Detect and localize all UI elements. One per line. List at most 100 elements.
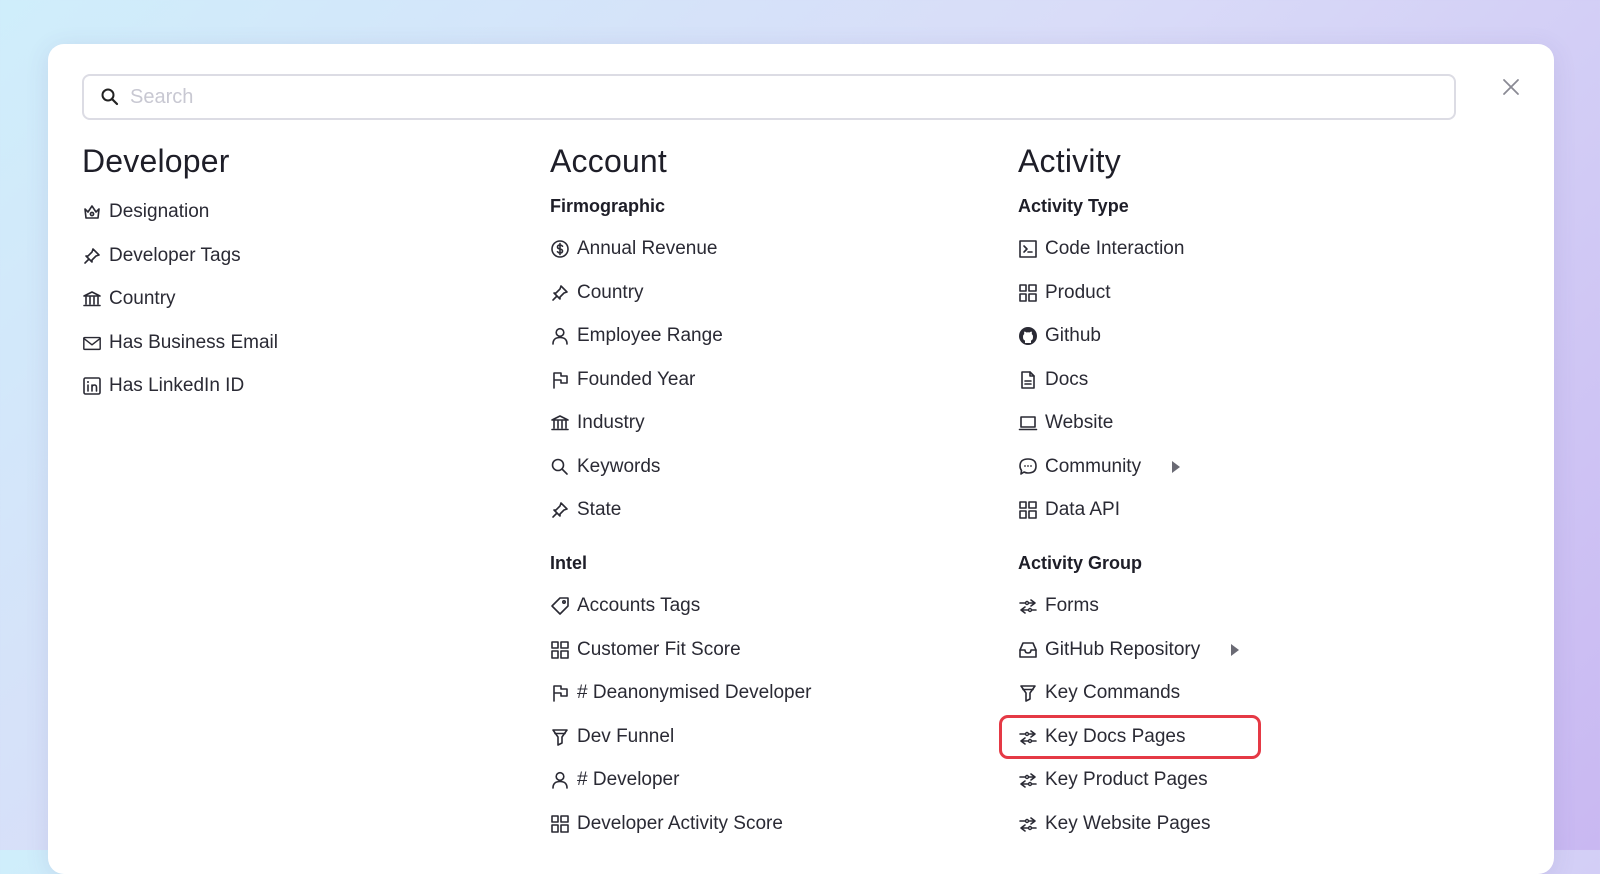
- filter-option-label: Has LinkedIn ID: [109, 375, 245, 396]
- filter-option-label: Github: [1045, 325, 1101, 346]
- filter-option-label: Keywords: [577, 455, 661, 477]
- filter-option-label: Country: [109, 288, 176, 309]
- filter-option-label: Key Product Pages: [1045, 769, 1208, 790]
- user-icon: [550, 326, 570, 346]
- filter-option-label: State: [577, 499, 622, 520]
- funnel-icon: [550, 727, 570, 747]
- column-account: Account Firmographic Annual Revenue Country…: [550, 140, 811, 836]
- filter-option-industry[interactable]: Industry: [550, 411, 811, 435]
- filter-picker-modal: Developer Designation Developer Tags Countr…: [48, 44, 1554, 874]
- filter-option-key-website-pages[interactable]: Key Website Pages: [1018, 812, 1242, 836]
- bank-icon: [82, 289, 102, 309]
- column-heading: Developer: [82, 143, 230, 179]
- filter-option-label: # Deanonymised Developer: [577, 682, 812, 703]
- github-icon: [1018, 326, 1038, 346]
- filter-option-has-linkedin-id[interactable]: Has LinkedIn ID: [82, 374, 278, 398]
- funnel-icon: [1018, 683, 1038, 703]
- filter-option-label: Annual Revenue: [577, 238, 718, 259]
- filter-option-community[interactable]: Community: [1018, 455, 1242, 479]
- filter-option-label: Employee Range: [577, 325, 723, 346]
- pin-icon: [550, 283, 570, 303]
- terminal-icon: [1018, 239, 1038, 259]
- grid-icon: [550, 640, 570, 660]
- filter-option-country[interactable]: Country: [550, 281, 811, 305]
- filter-option-label: Code Interaction: [1045, 238, 1185, 259]
- filter-option-label: Country: [577, 281, 644, 303]
- group-title-activity-group: Activity Group: [1018, 553, 1143, 573]
- search-icon: [100, 86, 122, 108]
- filter-option-website[interactable]: Website: [1018, 411, 1242, 435]
- filter-option-forms[interactable]: Forms: [1018, 594, 1242, 618]
- linkedin-icon: [82, 376, 102, 396]
- filter-option-label: Community: [1045, 455, 1142, 477]
- filter-option-label: Website: [1045, 412, 1114, 433]
- filter-option-founded-year[interactable]: Founded Year: [550, 368, 811, 392]
- grid-icon: [1018, 283, 1038, 303]
- filter-option-customer-fit-score[interactable]: Customer Fit Score: [550, 638, 811, 662]
- filter-option-label: GitHub Repository: [1045, 638, 1201, 660]
- filter-option-label: Forms: [1045, 595, 1099, 616]
- chat-icon: [1018, 457, 1038, 477]
- search-icon: [550, 457, 570, 477]
- filter-option-product[interactable]: Product: [1018, 281, 1242, 305]
- filter-option-key-product-pages[interactable]: Key Product Pages: [1018, 768, 1242, 792]
- filter-option-annual-revenue[interactable]: Annual Revenue: [550, 237, 811, 261]
- filter-option-label: # Developer: [577, 769, 680, 790]
- filter-option-docs[interactable]: Docs: [1018, 368, 1242, 392]
- submenu-arrow-icon[interactable]: [1230, 643, 1242, 657]
- filter-option-label: Key Commands: [1045, 682, 1181, 703]
- pin-icon: [550, 500, 570, 520]
- submenu-arrow-icon[interactable]: [1171, 460, 1183, 474]
- filter-option-num-developer[interactable]: # Developer: [550, 768, 811, 792]
- column-heading: Activity: [1018, 143, 1121, 179]
- crown-icon: [82, 202, 102, 222]
- filter-option-key-docs-pages[interactable]: Key Docs Pages: [1018, 725, 1242, 749]
- group-title-activity-type: Activity Type: [1018, 196, 1129, 216]
- laptop-icon: [1018, 413, 1038, 433]
- group-title-intel: Intel: [550, 553, 588, 573]
- arrows-icon: [1018, 727, 1038, 747]
- filter-option-label: Founded Year: [577, 368, 696, 390]
- filter-option-label: Product: [1045, 281, 1111, 303]
- filter-option-label: Customer Fit Score: [577, 638, 741, 660]
- filter-option-state[interactable]: State: [550, 498, 811, 522]
- filter-option-country[interactable]: Country: [82, 287, 278, 311]
- filter-option-label: Dev Funnel: [577, 725, 675, 747]
- pin-icon: [82, 246, 102, 266]
- filter-option-github-repository[interactable]: GitHub Repository: [1018, 638, 1242, 662]
- arrows-icon: [1018, 814, 1038, 834]
- filter-option-label: Accounts Tags: [577, 595, 701, 616]
- filter-option-developer-tags[interactable]: Developer Tags: [82, 244, 278, 268]
- filter-option-keywords[interactable]: Keywords: [550, 455, 811, 479]
- filter-option-label: Developer Tags: [109, 244, 241, 266]
- filter-option-accounts-tags[interactable]: Accounts Tags: [550, 594, 811, 618]
- filter-option-key-commands[interactable]: Key Commands: [1018, 681, 1242, 705]
- inbox-icon: [1018, 640, 1038, 660]
- filter-option-code-interaction[interactable]: Code Interaction: [1018, 237, 1242, 261]
- search-input[interactable]: [128, 84, 1454, 110]
- filter-option-label: Data API: [1045, 499, 1120, 520]
- grid-icon: [550, 814, 570, 834]
- tag-icon: [550, 596, 570, 616]
- filter-option-label: Has Business Email: [109, 331, 278, 353]
- column-developer: Developer Designation Developer Tags Countr…: [82, 140, 278, 398]
- filter-option-num-deanonymised-developer[interactable]: # Deanonymised Developer: [550, 681, 811, 705]
- filter-option-data-api[interactable]: Data API: [1018, 498, 1242, 522]
- search-box[interactable]: [82, 74, 1456, 120]
- filter-option-dev-funnel[interactable]: Dev Funnel: [550, 725, 811, 749]
- column-heading: Account: [550, 143, 668, 179]
- filter-option-label: Key Website Pages: [1045, 812, 1211, 834]
- filter-option-github[interactable]: Github: [1018, 324, 1242, 348]
- grid-icon: [1018, 500, 1038, 520]
- user-icon: [550, 770, 570, 790]
- flag-icon: [550, 370, 570, 390]
- filter-option-designation[interactable]: Designation: [82, 200, 278, 224]
- filter-option-label: Industry: [577, 412, 645, 433]
- close-icon[interactable]: [1500, 76, 1522, 98]
- arrows-icon: [1018, 596, 1038, 616]
- arrows-icon: [1018, 770, 1038, 790]
- filter-option-employee-range[interactable]: Employee Range: [550, 324, 811, 348]
- bank-icon: [550, 413, 570, 433]
- filter-option-has-business-email[interactable]: Has Business Email: [82, 331, 278, 355]
- filter-option-developer-activity-score[interactable]: Developer Activity Score: [550, 812, 811, 836]
